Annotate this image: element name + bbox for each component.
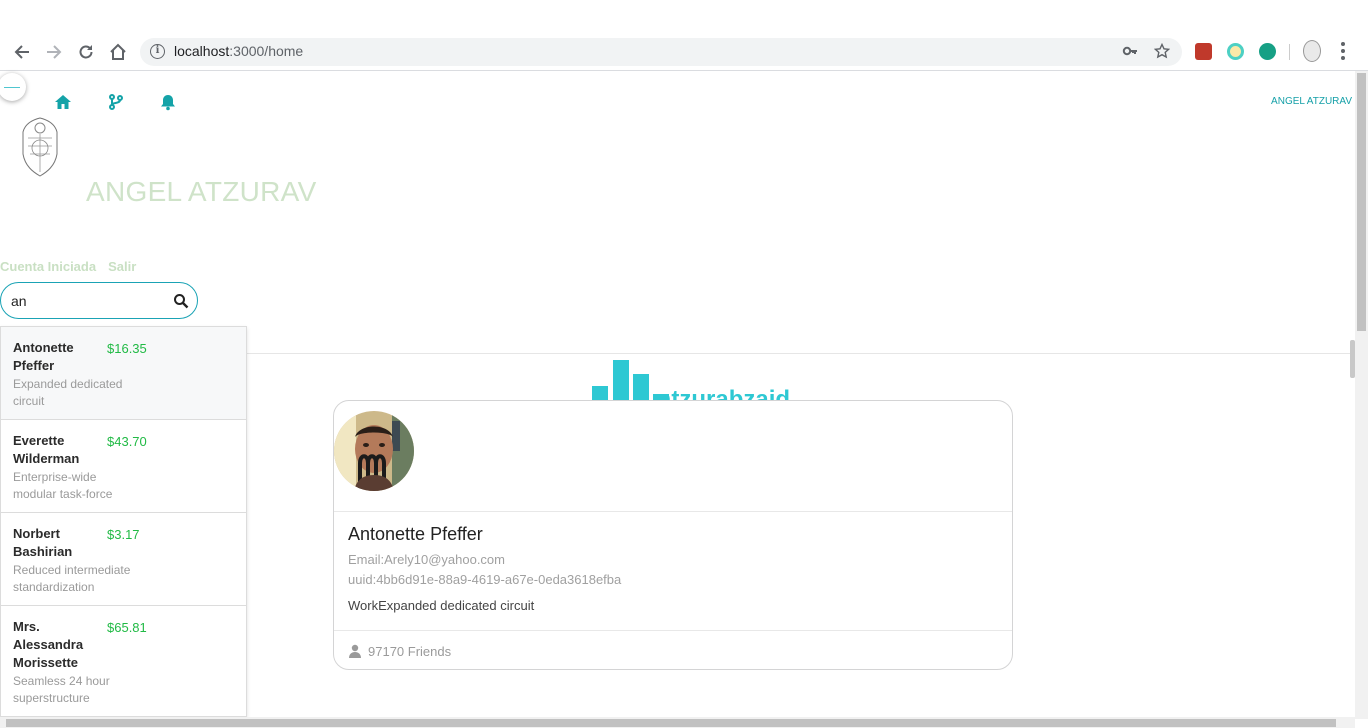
result-item[interactable]: Antonette Pfeffer $16.35 Expanded dedica… — [1, 327, 246, 420]
result-description: Expanded dedicated circuit — [13, 377, 123, 408]
result-name: Everette Wilderman — [13, 433, 80, 466]
result-price: $65.81 — [107, 620, 147, 635]
home-icon[interactable] — [107, 41, 129, 63]
profile-title: ANGEL ATZURAV — [86, 176, 317, 207]
browser-toolbar: i localhost:3000/home — [0, 0, 1368, 71]
extension-red-icon[interactable] — [1195, 43, 1212, 60]
forward-arrow-icon[interactable] — [43, 41, 65, 63]
user-menu-link[interactable]: ANGEL ATZURAV — [1271, 96, 1352, 107]
reload-icon[interactable] — [75, 41, 97, 63]
profile-avatar-icon[interactable] — [1303, 40, 1321, 62]
address-bar[interactable]: i localhost:3000/home — [140, 38, 1182, 66]
result-price: $3.17 — [107, 527, 140, 542]
brand-logo: atzurabzaid — [592, 360, 822, 402]
horizontal-scroll-thumb[interactable] — [6, 719, 1336, 727]
search-icon[interactable] — [173, 293, 189, 309]
profile-uuid: uuid:4bb6d91e-88a9-4619-a67e-0eda3618efb… — [348, 572, 622, 587]
result-price: $43.70 — [107, 434, 147, 449]
bell-icon[interactable] — [159, 93, 177, 111]
card-header — [334, 401, 1012, 512]
logout-link[interactable]: Salir — [108, 259, 136, 274]
result-item[interactable]: Norbert Bashirian $3.17 Reduced intermed… — [1, 513, 246, 606]
profile-name: Antonette Pfeffer — [348, 524, 483, 544]
floating-action-button[interactable] — [0, 73, 26, 101]
bookmark-star-icon[interactable] — [1153, 42, 1171, 63]
palette-icon[interactable] — [1259, 43, 1276, 60]
account-status: Cuenta Iniciada — [0, 259, 97, 274]
vertical-scrollbar[interactable] — [1355, 71, 1368, 719]
toolbar-separator — [1289, 44, 1290, 60]
result-item[interactable]: Everette Wilderman $43.70 Enterprise-wid… — [1, 420, 246, 513]
header-divider — [246, 353, 1356, 354]
crest-logo — [20, 116, 60, 178]
profile-email: Email:Arely10@yahoo.com — [348, 552, 505, 567]
search-box — [0, 282, 198, 319]
browser-menu-icon[interactable] — [1336, 40, 1350, 62]
card-body: Antonette Pfeffer Email:Arely10@yahoo.co… — [334, 512, 1012, 625]
vertical-scroll-thumb[interactable] — [1357, 73, 1366, 331]
home-icon[interactable] — [54, 93, 72, 111]
result-price: $16.35 — [107, 341, 147, 356]
profile-card: Antonette Pfeffer Email:Arely10@yahoo.co… — [333, 400, 1013, 670]
friends-count: 97170 Friends — [368, 644, 452, 659]
info-icon[interactable]: i — [150, 44, 165, 59]
horizontal-scrollbar[interactable] — [0, 717, 1355, 728]
user-icon — [348, 644, 362, 658]
result-description: Reduced intermediate standardization — [13, 563, 131, 594]
extension-circle-icon[interactable] — [1227, 43, 1244, 60]
result-name: Antonette Pfeffer — [13, 340, 74, 373]
back-arrow-icon[interactable] — [11, 41, 33, 63]
avatar — [334, 411, 414, 491]
key-icon[interactable] — [1122, 43, 1138, 63]
result-name: Norbert Bashirian — [13, 526, 73, 559]
result-description: Enterprise-wide modular task-force — [13, 470, 113, 501]
profile-work: WorkExpanded dedicated circuit — [348, 598, 535, 613]
account-links: Cuenta Iniciada Salir — [0, 259, 148, 274]
result-description: Seamless 24 hour superstructure — [13, 674, 110, 705]
result-name: Mrs. Alessandra Morissette — [13, 619, 84, 670]
git-branch-icon[interactable] — [107, 93, 125, 111]
result-item[interactable]: Mrs. Alessandra Morissette $65.81 Seamle… — [1, 606, 246, 716]
url-text: localhost:3000/home — [174, 43, 304, 59]
search-results-dropdown: Antonette Pfeffer $16.35 Expanded dedica… — [0, 326, 247, 717]
search-input[interactable] — [11, 292, 161, 310]
card-footer: 97170 Friends — [334, 630, 1012, 669]
